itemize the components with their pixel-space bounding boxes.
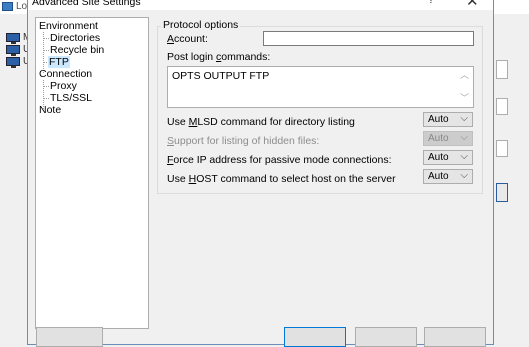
chevron-down-icon: ⌵ bbox=[460, 170, 468, 181]
colors-button[interactable] bbox=[36, 327, 103, 347]
force-ip-passive-select[interactable]: Auto ⌵ bbox=[423, 150, 473, 165]
tree-item-environment[interactable]: Environment bbox=[38, 20, 99, 32]
use-host-command-value: Auto bbox=[428, 171, 449, 182]
site-computer-icon[interactable] bbox=[6, 57, 22, 68]
chevron-down-icon: ⌵ bbox=[460, 132, 468, 143]
dialog-title-bar: Advanced Site Settings ? ✕ bbox=[28, 0, 493, 10]
background-field[interactable] bbox=[496, 60, 508, 79]
post-login-commands-label: Post login commands: bbox=[167, 51, 271, 63]
background-field[interactable] bbox=[496, 140, 508, 157]
tree-item-proxy[interactable]: Proxy bbox=[49, 80, 78, 92]
advanced-site-settings-dialog: Advanced Site Settings ? ✕ Environment D… bbox=[27, 0, 494, 347]
cancel-button[interactable] bbox=[355, 327, 417, 347]
site-computer-icon[interactable] bbox=[6, 33, 22, 44]
tree-item-ftp[interactable]: FTP bbox=[48, 56, 70, 68]
post-login-commands-value[interactable]: OPTS OUTPUT FTP bbox=[172, 70, 269, 82]
tree-item-tls-ssl[interactable]: TLS/SSL bbox=[49, 92, 93, 104]
textarea-scrollbar[interactable]: ︿ ﹀ bbox=[457, 67, 473, 107]
help-icon[interactable]: ? bbox=[428, 0, 434, 6]
hidden-files-support-select: Auto ⌵ bbox=[423, 131, 473, 146]
help-button[interactable] bbox=[424, 327, 486, 347]
use-mlsd-value: Auto bbox=[428, 114, 449, 125]
scroll-up-icon[interactable]: ︿ bbox=[460, 71, 469, 80]
hidden-files-support-label: Support for listing of hidden files: bbox=[167, 135, 320, 147]
use-mlsd-label: Use MLSD command for directory listing bbox=[167, 116, 355, 128]
tree-item-recycle-bin[interactable]: Recycle bin bbox=[49, 44, 105, 56]
force-ip-passive-value: Auto bbox=[428, 152, 449, 163]
settings-category-tree[interactable]: Environment Directories Recycle bin FTP … bbox=[35, 17, 149, 329]
chevron-down-icon: ⌵ bbox=[460, 151, 468, 162]
background-dropdown-button[interactable] bbox=[496, 183, 508, 202]
hidden-files-support-value: Auto bbox=[428, 133, 449, 144]
background-stepper[interactable] bbox=[496, 98, 508, 115]
use-host-command-select[interactable]: Auto ⌵ bbox=[423, 169, 473, 184]
tree-item-directories[interactable]: Directories bbox=[49, 32, 101, 44]
use-mlsd-select[interactable]: Auto ⌵ bbox=[423, 112, 473, 127]
close-icon[interactable]: ✕ bbox=[466, 0, 479, 10]
force-ip-passive-label: Force IP address for passive mode connec… bbox=[167, 154, 392, 166]
tree-item-note[interactable]: Note bbox=[38, 104, 62, 116]
ok-button[interactable] bbox=[284, 327, 346, 347]
scroll-down-icon[interactable]: ﹀ bbox=[460, 94, 469, 103]
account-input[interactable] bbox=[263, 31, 474, 46]
protocol-options-title: Protocol options bbox=[161, 19, 241, 31]
post-login-commands-textarea[interactable]: OPTS OUTPUT FTP ︿ ﹀ bbox=[167, 66, 474, 108]
site-computer-icon[interactable] bbox=[6, 45, 22, 56]
account-label: Account: bbox=[167, 33, 208, 45]
use-host-command-label: Use HOST command to select host on the s… bbox=[167, 173, 396, 185]
dialog-title: Advanced Site Settings bbox=[32, 0, 141, 8]
chevron-down-icon: ⌵ bbox=[460, 113, 468, 124]
app-icon bbox=[2, 2, 13, 11]
background-title: Lo bbox=[16, 1, 28, 12]
tree-item-connection[interactable]: Connection bbox=[38, 68, 93, 80]
